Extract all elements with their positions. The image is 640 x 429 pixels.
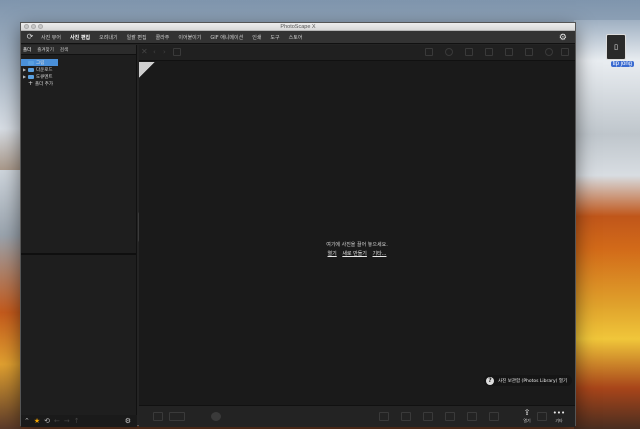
tree-item-add-folder[interactable]: + 폴더 추가 [21,80,136,87]
drop-links: 열기 새로 만들기 기타... [139,250,575,257]
help-icon: ? [486,376,494,385]
compare-icon[interactable] [505,48,513,56]
close-icon[interactable]: ✕ [141,48,149,56]
tree-item-label: 그림 [36,60,45,66]
tree-item-documents[interactable]: ▶ 도큐멘트 [21,73,136,80]
title-bar: PhotoScape X [21,23,575,31]
undo-icon[interactable] [379,412,389,421]
tree-item-label: 폴더 추가 [35,81,53,87]
settings-gear-icon[interactable]: ⚙ [559,33,567,43]
more-link[interactable]: 기타... [373,251,387,257]
desktop-file-label[interactable]: tip jong [610,61,634,67]
editor-canvas[interactable]: ✕ ‹ › 여기에 사진을 끌어 놓으세요. 열기 새로 만들기 기타... ⇪… [139,45,575,427]
menu-tools[interactable]: 도구 [270,34,279,41]
menu-collage[interactable]: 콜라주 [156,34,170,41]
rotate-icon[interactable] [485,48,493,56]
menu-batch[interactable]: 일괄 편집 [127,34,147,41]
apply-icon[interactable] [467,412,477,421]
zoom-field[interactable] [169,412,185,421]
tree-item-pictures[interactable]: 그림 [21,59,58,66]
color-dot-icon[interactable] [211,412,221,421]
refresh-icon[interactable]: ⟳ [25,32,35,42]
menu-store[interactable]: 스토어 [289,34,303,41]
sync-icon[interactable]: ⟲ [44,417,50,425]
share-button[interactable]: ⇪ 열기 [517,408,537,424]
more-label: 기타 [555,418,563,423]
menu-cut-out[interactable]: 오려내기 [99,34,117,41]
mode-menu-bar: ⟳ 사진 뷰어 사진 편집 오려내기 일괄 편집 콜라주 이어붙이기 GIF 애… [21,31,575,44]
page-icon[interactable] [153,412,163,421]
ellipsis-icon: ••• [552,409,566,417]
info-icon[interactable] [525,48,533,56]
up-icon[interactable]: ↑ [74,417,80,425]
folder-icon [28,60,34,65]
tab-folders[interactable]: 폴더 [23,47,31,53]
back-icon[interactable]: ← [54,417,60,425]
app-window: PhotoScape X ⟳ 사진 뷰어 사진 편집 오려내기 일괄 편집 콜라… [20,22,576,427]
tab-search[interactable]: 검색 [60,47,68,53]
fullscreen-icon[interactable] [561,48,569,56]
browser-footer: ⌃ ★ ⟲ ← → ↑ ⚙ [21,415,137,427]
duplicate-icon[interactable] [489,412,499,421]
zoom-icon[interactable] [545,48,553,56]
redo-icon[interactable] [401,412,411,421]
star-icon[interactable]: ★ [34,417,40,425]
menu-photo-editor[interactable]: 사진 편집 [70,34,90,41]
open-link[interactable]: 열기 [328,251,337,257]
editor-toolbar: ✕ ‹ › [139,45,575,61]
share-label: 열기 [523,418,531,423]
menu-photo-viewer[interactable]: 사진 뷰어 [41,34,61,41]
thumbnail-preview-area [21,255,136,393]
tree-item-label: 다운로드 [36,67,53,73]
corner-ribbon-icon [139,62,155,78]
desktop-wallpaper-left [0,170,22,429]
drop-message: 여기에 사진을 끌어 놓으세요. [326,242,388,248]
save-as-icon[interactable] [537,412,547,421]
save-icon[interactable] [173,48,181,56]
desktop-file-icon[interactable]: ▯ [606,34,626,60]
plus-icon: + [28,79,34,87]
menu-gif[interactable]: GIF 애니메이션 [210,34,243,41]
history-icon[interactable] [423,412,433,421]
share-icon: ⇪ [523,408,531,417]
next-icon[interactable]: › [163,48,171,56]
browser-panel: 폴더 즐겨찾기 검색 그림 ▶ 다운로드 ▶ 도큐멘트 + 폴더 추가 ⌃ ★ … [21,45,137,427]
forward-icon[interactable]: → [64,417,70,425]
flip-icon[interactable] [465,48,473,56]
photos-library-button[interactable]: ? 사진 보관함 (Photos Library) 열기 [484,375,573,386]
more-button[interactable]: ••• 기타 [551,408,567,424]
menu-print[interactable]: 인쇄 [252,34,261,41]
browser-tabs: 폴더 즐겨찾기 검색 [21,45,136,55]
chevron-up-icon[interactable]: ⌃ [24,417,30,425]
browser-settings-gear-icon[interactable]: ⚙ [125,417,131,425]
tree-item-label: 도큐멘트 [36,74,53,80]
crop-icon[interactable] [425,48,433,56]
folder-icon [28,67,34,72]
menu-combine[interactable]: 이어붙이기 [178,34,201,41]
folder-tree: 그림 ▶ 다운로드 ▶ 도큐멘트 + 폴더 추가 [21,55,136,255]
tab-favorites[interactable]: 즐겨찾기 [37,47,54,53]
new-link[interactable]: 새로 만들기 [342,251,367,257]
tree-item-downloads[interactable]: ▶ 다운로드 [21,66,136,73]
restore-icon[interactable] [445,412,455,421]
folder-icon [28,74,34,79]
desktop-wallpaper-right [574,20,640,429]
adjust-icon[interactable] [445,48,453,56]
photos-library-label: 사진 보관함 (Photos Library) 열기 [498,378,568,384]
window-title: PhotoScape X [280,24,316,30]
editor-bottom-bar: ⇪ 열기 ••• 기타 [139,405,575,427]
prev-icon[interactable]: ‹ [153,48,161,56]
